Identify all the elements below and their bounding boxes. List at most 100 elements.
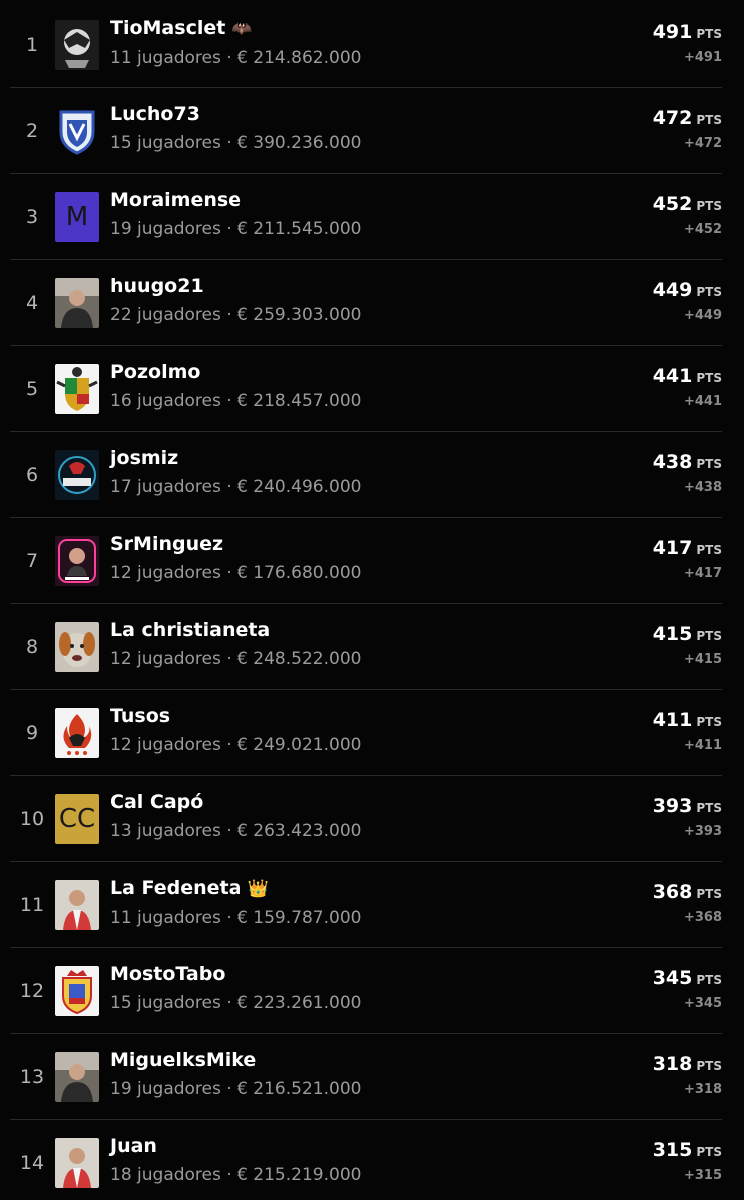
points-unit: PTS (696, 543, 722, 557)
points-unit: PTS (696, 1145, 722, 1159)
points-delta: +472 (683, 136, 722, 151)
standings-row[interactable]: 5 Pozolmo 16 jugadores · € 218.457.000 441 P… (10, 346, 722, 432)
points-line: 449 PTS (653, 278, 722, 304)
team-meta: 12 jugadores · € 176.680.000 (110, 563, 362, 583)
team-name-line: MostoTabo (110, 962, 361, 986)
team-meta: 16 jugadores · € 218.457.000 (110, 391, 362, 411)
points-line: 345 PTS (653, 966, 722, 992)
team-name[interactable]: Juan (110, 1135, 157, 1157)
team-name[interactable]: huugo21 (110, 275, 204, 297)
score-block: 411 PTS +411 (653, 708, 722, 753)
score-block: 315 PTS +315 (653, 1138, 722, 1183)
team-meta: 19 jugadores · € 211.545.000 (110, 219, 362, 239)
points-line: 318 PTS (653, 1052, 722, 1078)
points-line: 452 PTS (653, 192, 722, 218)
points-value: 368 (652, 881, 693, 903)
points-value: 452 (652, 193, 693, 215)
dog-photo-icon (55, 621, 99, 672)
team-meta: 12 jugadores · € 249.021.000 (110, 735, 362, 755)
points-line: 438 PTS (653, 450, 722, 476)
rank-number: 11 (19, 893, 45, 916)
team-name[interactable]: Lucho73 (110, 103, 200, 125)
points-value: 438 (652, 451, 693, 473)
team-name[interactable]: Cal Capó (110, 791, 203, 813)
team-name[interactable]: josmiz (110, 447, 178, 469)
points-line: 415 PTS (653, 622, 722, 648)
team-info: Pozolmo 16 jugadores · € 218.457.000 (110, 360, 361, 411)
team-name[interactable]: Moraimense (110, 189, 241, 211)
letter-avatar: CC (55, 793, 99, 844)
score-block: 472 PTS +472 (653, 106, 722, 151)
standings-row[interactable]: 4 huugo21 22 jugadores · € 259.303.000 449 P… (10, 260, 722, 346)
team-name[interactable]: Tusos (110, 705, 170, 727)
team-info: Lucho73 15 jugadores · € 390.236.000 (110, 102, 361, 153)
rank-number: 10 (19, 807, 45, 830)
points-value: 318 (652, 1053, 693, 1075)
team-name[interactable]: MiguelksMike (110, 1049, 256, 1071)
standings-row[interactable]: 7 SrMinguez 12 jugadores · € 176.680.000 41… (10, 518, 722, 604)
team-name[interactable]: La Fedeneta (110, 877, 241, 899)
rank-number: 2 (25, 119, 39, 142)
rank-number: 9 (25, 721, 39, 744)
person-photo-icon (55, 1051, 99, 1102)
points-value: 415 (652, 623, 693, 645)
standings-row[interactable]: 8 La christianeta 12 jugadores · € 248.522… (10, 604, 722, 690)
team-info: Tusos 12 jugadores · € 249.021.000 (110, 704, 361, 755)
standings-row[interactable]: 6 josmiz 17 jugadores · € 240.496.000 438 PT… (10, 432, 722, 518)
points-unit: PTS (696, 199, 722, 213)
team-name-line: SrMinguez (110, 532, 361, 556)
rank-number: 5 (25, 377, 39, 400)
team-name-line: Juan (110, 1134, 361, 1158)
team-name[interactable]: SrMinguez (110, 533, 223, 555)
standings-row[interactable]: 14 Juan 18 jugadores · € 215.219.000 315 PTS… (10, 1120, 722, 1200)
team-info: TioMasclet 🦇 11 jugadores · € 214.862.000 (110, 16, 361, 68)
points-unit: PTS (696, 285, 722, 299)
letter-avatar: M (55, 191, 99, 242)
team-name[interactable]: MostoTabo (110, 963, 225, 985)
rank-number: 3 (25, 205, 39, 228)
points-delta: +415 (683, 652, 722, 667)
coat-of-arms-icon (55, 363, 99, 414)
points-delta: +315 (683, 1168, 722, 1183)
points-unit: PTS (696, 715, 722, 729)
score-block: 318 PTS +318 (653, 1052, 722, 1097)
standings-row[interactable]: 3 M Moraimense 19 jugadores · € 211.545.000… (10, 174, 722, 260)
rank-number: 1 (25, 33, 39, 56)
points-unit: PTS (696, 113, 722, 127)
points-unit: PTS (696, 1059, 722, 1073)
points-delta: +449 (683, 308, 722, 323)
team-meta: 12 jugadores · € 248.522.000 (110, 649, 362, 669)
standings-row[interactable]: 9 Tusos 12 jugadores · € 249.021.000 411 PTS… (10, 690, 722, 776)
score-block: 452 PTS +452 (653, 192, 722, 237)
team-name-line: Lucho73 (110, 102, 361, 126)
points-delta: +393 (683, 824, 722, 839)
team-info: Juan 18 jugadores · € 215.219.000 (110, 1134, 361, 1185)
team-name[interactable]: La christianeta (110, 619, 270, 641)
team-name[interactable]: TioMasclet (110, 17, 225, 39)
points-line: 441 PTS (653, 364, 722, 390)
standings-row[interactable]: 10 CC Cal Capó 13 jugadores · € 263.423.000… (10, 776, 722, 862)
points-unit: PTS (696, 457, 722, 471)
masked-hero-icon (55, 19, 99, 70)
points-delta: +411 (683, 738, 722, 753)
points-value: 417 (652, 537, 693, 559)
team-meta: 15 jugadores · € 223.261.000 (110, 993, 362, 1013)
team-name[interactable]: Pozolmo (110, 361, 200, 383)
standings-row[interactable]: 2 Lucho73 15 jugadores · € 390.236.000 472 P… (10, 88, 722, 174)
team-info: Moraimense 19 jugadores · € 211.545.000 (110, 188, 361, 239)
team-name-line: La christianeta (110, 618, 361, 642)
standings-row[interactable]: 13 MiguelksMike 19 jugadores · € 216.521.0… (10, 1034, 722, 1120)
flame-crest-icon (55, 707, 99, 758)
score-block: 345 PTS +345 (653, 966, 722, 1011)
team-info: MiguelksMike 19 jugadores · € 216.521.000 (110, 1048, 361, 1099)
club-shield-icon (55, 105, 99, 156)
rank-number: 14 (19, 1151, 45, 1174)
standings-row[interactable]: 11 La Fedeneta 👑 11 jugadores · € 159.787.0… (10, 862, 722, 948)
standings-row[interactable]: 12 MostoTabo 15 jugadores · € 223.261.000 3… (10, 948, 722, 1034)
score-block: 441 PTS +441 (653, 364, 722, 409)
standings-list: 1 TioMasclet 🦇 11 jugadores · € 214.862.000… (0, 0, 744, 1200)
points-delta: +441 (683, 394, 722, 409)
standings-row[interactable]: 1 TioMasclet 🦇 11 jugadores · € 214.862.000… (10, 2, 722, 88)
points-line: 315 PTS (653, 1138, 722, 1164)
avatar-letter: M (65, 201, 89, 232)
